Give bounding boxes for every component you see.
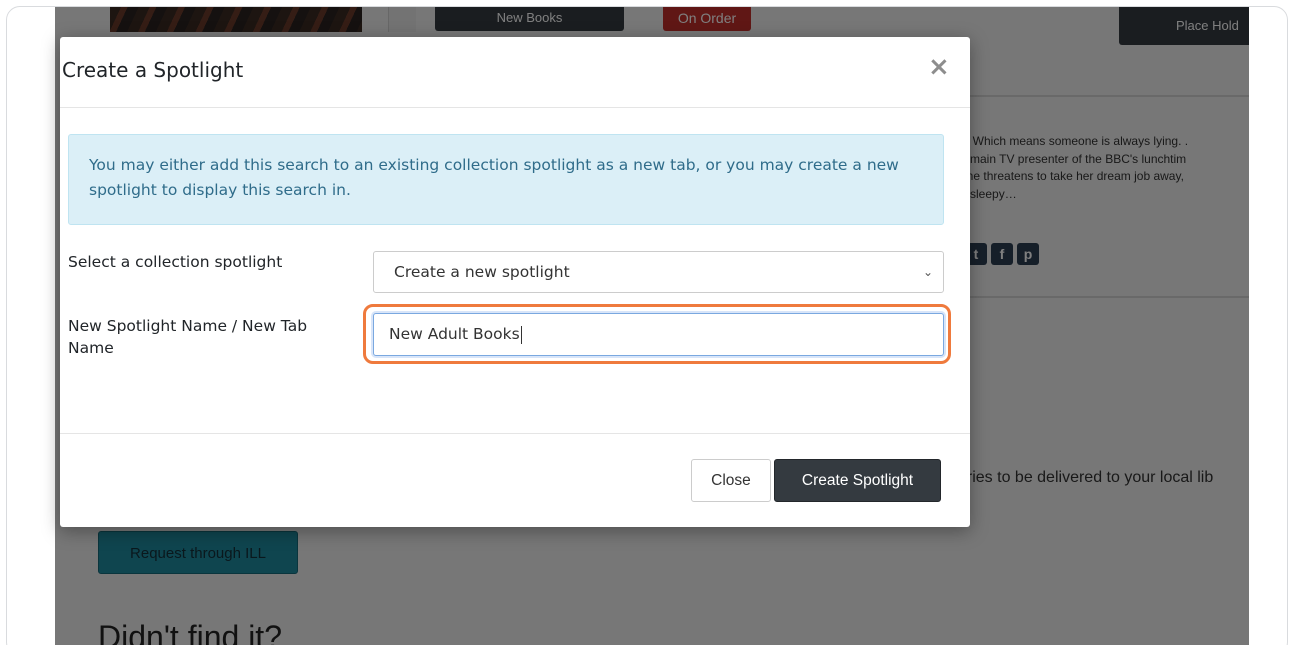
create-spotlight-button[interactable]: Create Spotlight (774, 459, 941, 502)
spotlight-name-label: New Spotlight Name / New Tab Name (68, 317, 308, 357)
browser-frame: New Books On Order Place Hold s. Which m… (6, 6, 1288, 645)
create-spotlight-modal: Create a Spotlight × You may either add … (60, 37, 970, 527)
chevron-down-icon: ⌄ (922, 265, 933, 279)
modal-title: Create a Spotlight (62, 58, 244, 82)
collection-spotlight-select[interactable]: Create a new spotlight ⌄ (373, 251, 944, 293)
text-caret (520, 325, 522, 344)
close-icon[interactable]: × (928, 52, 950, 82)
select-spotlight-label: Select a collection spotlight (68, 253, 283, 271)
modal-header: Create a Spotlight × (60, 37, 970, 108)
spotlight-name-input[interactable]: New Adult Books (373, 313, 944, 356)
close-button[interactable]: Close (691, 459, 771, 502)
select-value: Create a new spotlight (394, 263, 570, 281)
info-alert: You may either add this search to an exi… (68, 134, 944, 225)
input-value: New Adult Books (389, 325, 520, 343)
